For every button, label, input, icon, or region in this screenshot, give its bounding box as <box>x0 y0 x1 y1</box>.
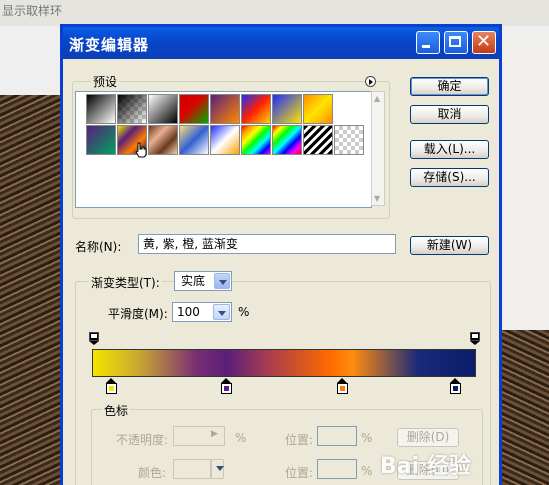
opacity-position-unit: % <box>361 431 373 445</box>
maximize-button[interactable] <box>444 31 468 54</box>
canvas-right <box>500 40 549 330</box>
gradient-editor-dialog: 渐变编辑器 ✕ 预设 ▲ ▼ 确定 取消 载入(L)... 存储(S)... 名… <box>60 24 502 485</box>
name-label: 名称(N): <box>75 240 122 254</box>
presets-label: 预设 <box>91 73 120 90</box>
opacity-unit: % <box>235 431 247 445</box>
color-position-input <box>317 459 357 479</box>
opacity-delete-button: 删除(D) <box>397 428 459 447</box>
scroll-down-icon[interactable]: ▼ <box>374 194 380 203</box>
preset-swatch[interactable] <box>210 125 240 155</box>
color-position-unit: % <box>361 464 373 478</box>
color-stop-blue[interactable] <box>450 378 461 395</box>
smoothness-unit: % <box>238 305 250 319</box>
color-stop-orange[interactable] <box>337 378 348 395</box>
preset-swatch[interactable] <box>241 125 271 155</box>
preset-swatch[interactable] <box>179 94 209 124</box>
opacity-position-input <box>317 426 357 446</box>
presets-menu-icon[interactable] <box>365 76 376 87</box>
new-button[interactable]: 新建(W) <box>410 236 489 255</box>
gradient-preview-bar[interactable] <box>92 349 476 377</box>
opacity-stepper-icon: ▶ <box>211 429 218 439</box>
dialog-title: 渐变编辑器 <box>69 36 150 54</box>
preset-swatch[interactable] <box>334 125 364 155</box>
opacity-label: 不透明度: <box>116 433 169 447</box>
color-position-label: 位置: <box>285 466 314 480</box>
color-menu-icon <box>211 459 224 479</box>
hand-cursor-icon <box>135 142 147 158</box>
ok-button[interactable]: 确定 <box>410 77 489 96</box>
opacity-position-label: 位置: <box>285 433 314 447</box>
preset-swatch[interactable] <box>210 94 240 124</box>
opacity-stop-left[interactable] <box>89 332 99 346</box>
preset-swatch[interactable] <box>86 94 116 124</box>
gradient-type-label: 渐变类型(T): <box>89 274 162 291</box>
scroll-up-icon[interactable]: ▲ <box>374 94 380 103</box>
color-stops-label: 色标 <box>102 402 131 419</box>
preset-swatch[interactable] <box>148 94 178 124</box>
preset-swatch[interactable] <box>117 94 147 124</box>
preset-swatch[interactable] <box>303 125 333 155</box>
menu-fragment: 显示取样环 <box>2 4 63 18</box>
background-photo-right <box>500 330 549 485</box>
preset-swatch[interactable] <box>148 125 178 155</box>
presets-scrollbar[interactable]: ▲ ▼ <box>371 91 385 206</box>
close-button[interactable]: ✕ <box>472 31 496 54</box>
preset-swatch[interactable] <box>86 125 116 155</box>
close-icon: ✕ <box>476 31 492 52</box>
cancel-button[interactable]: 取消 <box>410 105 489 124</box>
preset-swatch[interactable] <box>272 94 302 124</box>
color-stop-yellow[interactable] <box>106 378 117 395</box>
preset-swatch[interactable] <box>179 125 209 155</box>
preset-swatch[interactable] <box>241 94 271 124</box>
minimize-button[interactable] <box>416 31 440 54</box>
background-menu-strip: 显示取样环 <box>0 0 549 26</box>
color-stop-purple[interactable] <box>221 378 232 395</box>
preset-swatch[interactable] <box>272 125 302 155</box>
smoothness-stepper-icon[interactable] <box>213 304 230 320</box>
load-button[interactable]: 载入(L)... <box>410 140 489 159</box>
color-swatch <box>173 459 211 479</box>
name-input[interactable]: 黄, 紫, 橙, 蓝渐变 <box>138 234 396 254</box>
color-label: 颜色: <box>138 466 167 480</box>
watermark: Bai 经验 <box>380 454 471 479</box>
opacity-stop-right[interactable] <box>470 332 480 346</box>
background-photo-left <box>0 95 62 485</box>
title-bar[interactable]: 渐变编辑器 ✕ <box>63 27 499 59</box>
chevron-down-icon[interactable] <box>214 273 230 289</box>
save-button[interactable]: 存储(S)... <box>410 168 489 187</box>
smoothness-label: 平滑度(M): <box>108 307 168 321</box>
preset-swatch[interactable] <box>303 94 333 124</box>
presets-grid <box>75 91 372 208</box>
